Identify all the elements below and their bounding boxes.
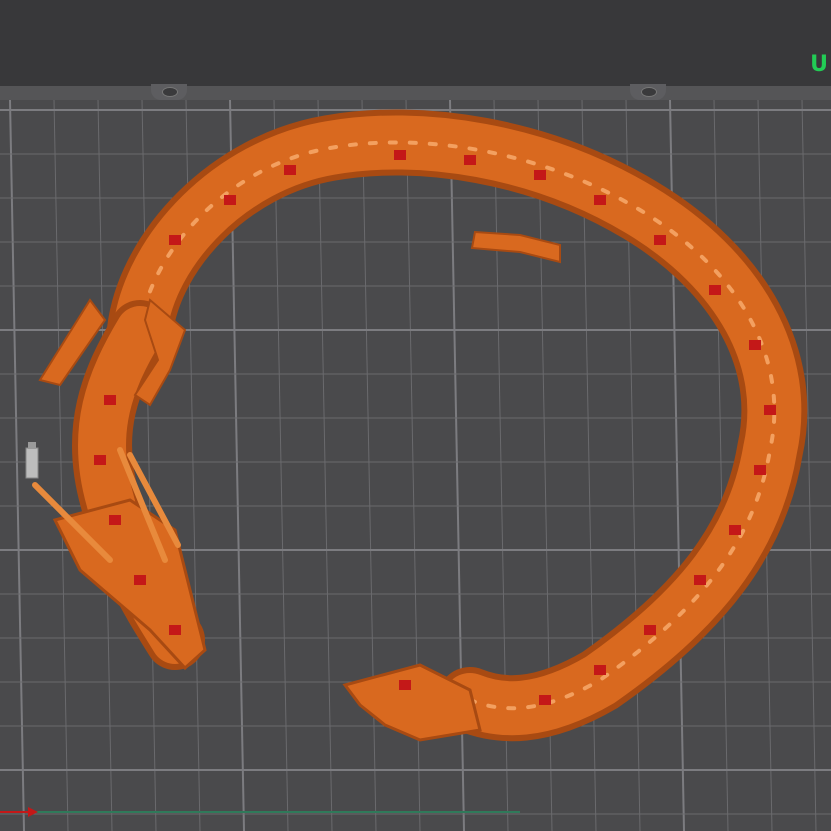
- grid-line: [493, 100, 509, 831]
- build-plate-back-edge: [0, 0, 831, 88]
- grid-line: [757, 100, 773, 831]
- grid-line: [713, 100, 729, 831]
- grid-line: [361, 100, 377, 831]
- grid-line: [625, 100, 641, 831]
- clip-hole: [641, 87, 657, 97]
- plate-clip: [630, 84, 666, 100]
- clip-hole: [162, 87, 178, 97]
- x-axis-arrow: [0, 807, 38, 817]
- grid-line: [405, 100, 421, 831]
- plate-clip: [151, 84, 187, 100]
- grid-line: [669, 100, 685, 831]
- grid-line: [801, 100, 817, 831]
- build-plate-grid: [0, 100, 831, 831]
- 3d-viewport[interactable]: U: [0, 0, 831, 831]
- grid-line: [273, 100, 289, 831]
- y-axis-line: [0, 811, 520, 813]
- printer-logo: U: [810, 52, 829, 77]
- build-plate-rim: [0, 86, 831, 100]
- grid-line: [53, 100, 69, 831]
- grid-line: [581, 100, 597, 831]
- grid-line: [185, 100, 201, 831]
- grid-line: [229, 100, 245, 831]
- grid-line: [449, 100, 465, 831]
- grid-line: [97, 100, 113, 831]
- grid-line: [9, 100, 25, 831]
- grid-line: [141, 100, 157, 831]
- grid-line: [537, 100, 553, 831]
- grid-line: [317, 100, 333, 831]
- wipe-tower[interactable]: [25, 440, 39, 480]
